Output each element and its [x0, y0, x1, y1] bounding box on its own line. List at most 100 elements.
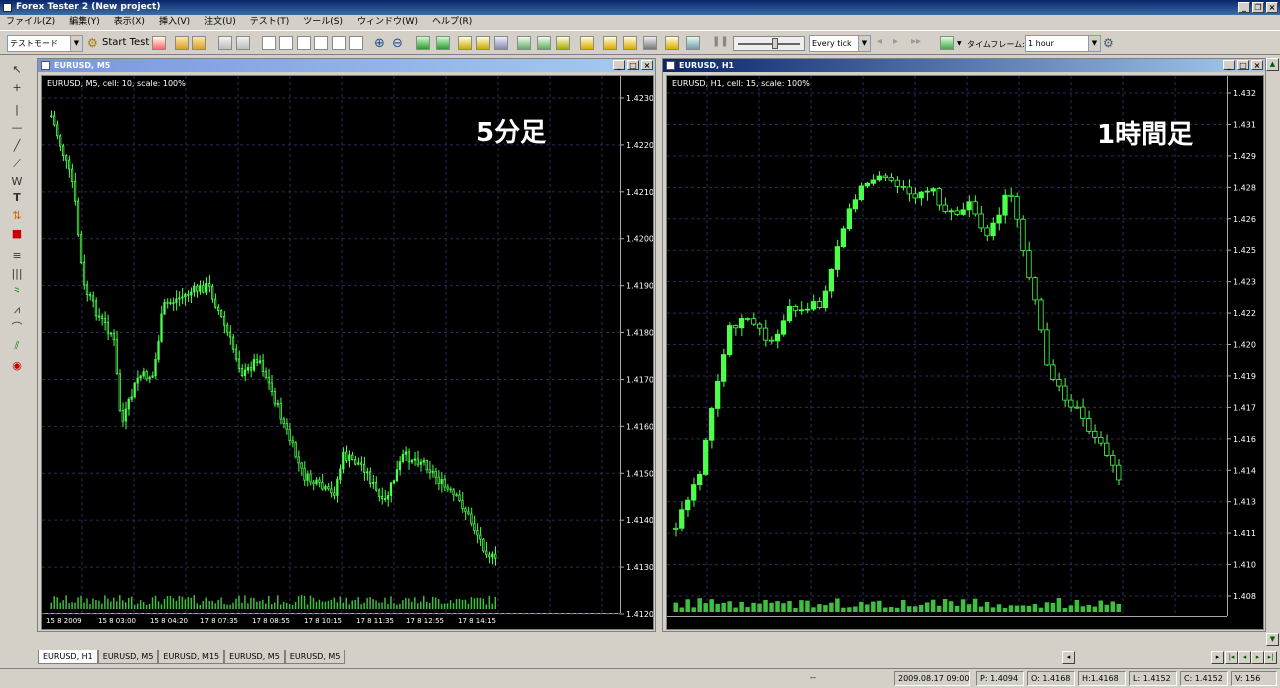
- menu-window[interactable]: ウィンドウ(W): [357, 15, 418, 29]
- check-doc-icon[interactable]: [314, 36, 328, 50]
- tab-eurusd-m15[interactable]: EURUSD, M15: [158, 650, 225, 664]
- indicator-icon[interactable]: [537, 36, 551, 50]
- line-chart-icon[interactable]: [517, 36, 531, 50]
- tab-eurusd-h1[interactable]: EURUSD, H1: [38, 650, 98, 664]
- magnet-icon[interactable]: ◉: [7, 358, 27, 374]
- volume-icon[interactable]: [556, 36, 570, 50]
- pencil-icon[interactable]: [623, 36, 637, 50]
- chart-window-m5[interactable]: EURUSD, M5 _ □ × 1.4230 1.4220 1.4210 1.420…: [37, 58, 656, 632]
- speed-slider[interactable]: [733, 36, 805, 51]
- start-test-button[interactable]: Start Test: [102, 37, 149, 48]
- p-doc-icon[interactable]: [279, 36, 293, 50]
- next-bar-icon[interactable]: ▸: [1251, 651, 1264, 664]
- trend-line-icon[interactable]: ╱: [7, 138, 27, 154]
- chart-window-titlebar[interactable]: EURUSD, M5 _ □ ×: [38, 59, 655, 72]
- maximize-button[interactable]: □: [1237, 60, 1249, 70]
- stop-test-icon[interactable]: [152, 36, 166, 50]
- text-icon[interactable]: T: [7, 190, 27, 206]
- horizontal-line-icon[interactable]: —: [7, 120, 27, 136]
- horizontal-scrollbar[interactable]: ◂ ▸ |◂ ◂ ▸ ▸|: [1062, 651, 1280, 664]
- order-icon[interactable]: [476, 36, 490, 50]
- crosshair-icon[interactable]: +: [7, 80, 27, 96]
- menu-order[interactable]: 注文(U): [204, 15, 236, 29]
- fibo-arc-icon[interactable]: ⌒: [7, 320, 27, 336]
- camera-icon[interactable]: [643, 36, 657, 50]
- scroll-left-icon[interactable]: ◂: [1062, 651, 1075, 664]
- pause-icon[interactable]: ❚❚: [712, 36, 729, 51]
- candle-body: [225, 324, 229, 333]
- paste-icon[interactable]: [236, 36, 250, 50]
- stats-icon[interactable]: [686, 36, 700, 50]
- channel-icon[interactable]: ≡: [7, 248, 27, 264]
- grid-icon[interactable]: [494, 36, 508, 50]
- chart-window-titlebar[interactable]: EURUSD, H1 _ □ ×: [663, 59, 1265, 72]
- timeframe-select[interactable]: 1 hour ▼: [1025, 35, 1101, 52]
- wave-icon[interactable]: W: [7, 174, 27, 190]
- label-icon[interactable]: ⇅: [7, 208, 27, 224]
- fibo-fan-icon[interactable]: ⺀: [7, 284, 27, 300]
- report-icon[interactable]: [665, 36, 679, 50]
- mode-select[interactable]: テストモード ▼: [7, 35, 83, 52]
- coins-icon[interactable]: [458, 36, 472, 50]
- m-doc-icon[interactable]: [297, 36, 311, 50]
- maximize-button[interactable]: ❐: [1252, 2, 1264, 13]
- bar-chart-icon[interactable]: [416, 36, 430, 50]
- regression-icon[interactable]: ⫽: [7, 338, 27, 354]
- first-bar-icon[interactable]: |◂: [1225, 651, 1238, 664]
- template-icon[interactable]: [580, 36, 594, 50]
- close-button[interactable]: ×: [1266, 2, 1278, 13]
- chevron-down-icon[interactable]: ▼: [957, 40, 962, 47]
- jump-icon[interactable]: ▸▸: [911, 36, 926, 51]
- speed-slider-thumb[interactable]: [772, 38, 778, 49]
- scroll-down-icon[interactable]: ▼: [1266, 633, 1279, 646]
- vertical-line-icon[interactable]: |: [7, 102, 27, 118]
- tick-mode-select[interactable]: Every tick ▼: [809, 35, 871, 52]
- shape-icon[interactable]: ■: [7, 226, 27, 242]
- zoom-in-icon[interactable]: ⊕: [374, 36, 389, 51]
- prev-bar-icon[interactable]: ◂: [1238, 651, 1251, 664]
- minimize-button[interactable]: _: [613, 60, 625, 70]
- step-back-icon[interactable]: ◂: [877, 36, 892, 51]
- chart-window-h1[interactable]: EURUSD, H1 _ □ × 1.432 1.431 1.429 1.428 1.4…: [662, 58, 1266, 632]
- chart-canvas[interactable]: 1.4230 1.4220 1.4210 1.4200 1.4190 1.4180 1.41…: [42, 76, 654, 630]
- candle-chart-icon[interactable]: [436, 36, 450, 50]
- chart-canvas[interactable]: 1.432 1.431 1.429 1.428 1.426 1.425 1.423 1.422…: [667, 76, 1264, 630]
- menu-file[interactable]: ファイル(Z): [6, 15, 55, 29]
- scroll-up-icon[interactable]: ▲: [1266, 58, 1279, 71]
- scroll-right-icon[interactable]: ▸: [1211, 651, 1224, 664]
- menu-edit[interactable]: 編集(Y): [69, 15, 100, 29]
- copy-icon[interactable]: [218, 36, 232, 50]
- zoom-out-icon[interactable]: ⊖: [392, 36, 407, 51]
- folder-template-icon[interactable]: [603, 36, 617, 50]
- last-bar-icon[interactable]: ▸|: [1264, 651, 1277, 664]
- menu-tools[interactable]: ツール(S): [303, 15, 343, 29]
- ray-icon[interactable]: ⟋: [7, 156, 27, 172]
- close-button[interactable]: ×: [641, 60, 653, 70]
- close-button[interactable]: ×: [1251, 60, 1263, 70]
- cycle-lines-icon[interactable]: |||: [7, 266, 27, 282]
- minimize-button[interactable]: _: [1238, 2, 1250, 13]
- minimize-button[interactable]: _: [1223, 60, 1235, 70]
- menu-help[interactable]: ヘルプ(R): [432, 15, 472, 29]
- menu-view[interactable]: 表示(X): [114, 15, 145, 29]
- list-doc-icon[interactable]: [349, 36, 363, 50]
- add-chart-icon[interactable]: [940, 36, 954, 50]
- price-chart[interactable]: 1.4230 1.4220 1.4210 1.4200 1.4190 1.4180 1.41…: [41, 75, 654, 630]
- price-chart[interactable]: 1.432 1.431 1.429 1.428 1.426 1.425 1.423 1.422…: [666, 75, 1264, 630]
- menu-test[interactable]: テスト(T): [250, 15, 290, 29]
- cursor-icon[interactable]: ↖: [7, 62, 27, 78]
- maximize-button[interactable]: □: [627, 60, 639, 70]
- tab-eurusd-m5[interactable]: EURUSD, M5: [97, 650, 159, 664]
- menu-insert[interactable]: 挿入(V): [159, 15, 190, 29]
- andrews-pitchfork-icon[interactable]: ⩘: [7, 302, 27, 318]
- step-forward-icon[interactable]: ▸: [893, 36, 908, 51]
- tab-eurusd-m5-2[interactable]: EURUSD, M5: [224, 650, 285, 664]
- vertical-scrollbar[interactable]: ▲ ▼: [1266, 58, 1280, 648]
- gear-icon[interactable]: ⚙: [87, 36, 102, 51]
- open-folder-icon[interactable]: [192, 36, 206, 50]
- folder-icon[interactable]: [175, 36, 189, 50]
- new-doc-icon[interactable]: [262, 36, 276, 50]
- tab-eurusd-m5-3[interactable]: EURUSD, M5: [284, 650, 346, 664]
- settings-icon[interactable]: ⚙: [1103, 36, 1118, 51]
- cross-doc-icon[interactable]: [332, 36, 346, 50]
